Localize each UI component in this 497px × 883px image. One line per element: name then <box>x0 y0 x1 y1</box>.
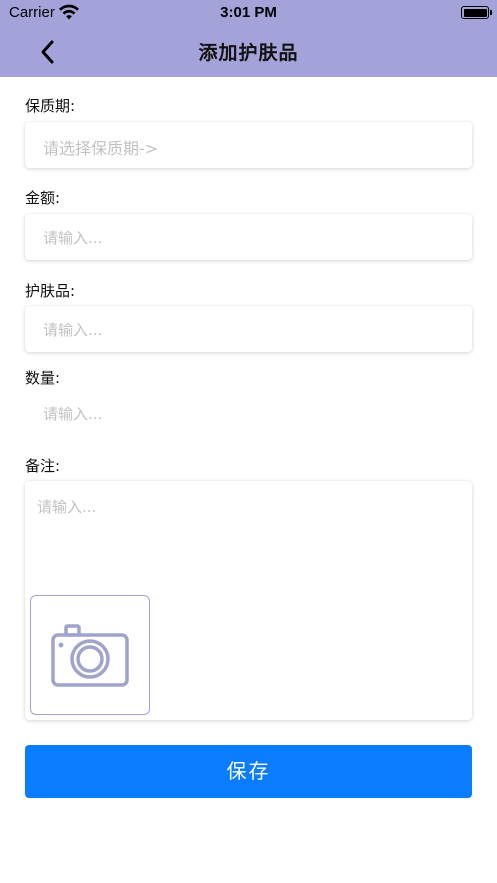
amount-field[interactable]: 请输入... <box>25 214 472 260</box>
camera-icon <box>51 624 129 687</box>
save-button[interactable]: 保存 <box>25 745 472 798</box>
amount-label: 金额: <box>25 189 61 207</box>
page-title: 添加护肤品 <box>198 42 299 64</box>
add-photo-button[interactable] <box>30 595 150 715</box>
status-bar: Carrier 3:01 PM <box>0 0 497 26</box>
amount-placeholder: 请输入... <box>43 229 103 247</box>
product-placeholder: 请输入... <box>43 321 103 339</box>
status-time: 3:01 PM <box>220 4 277 21</box>
expiry-label: 保质期: <box>25 97 76 115</box>
nav-header: Carrier 3:01 PM 添加护肤品 <box>0 0 497 77</box>
notes-label: 备注: <box>25 457 61 475</box>
product-field[interactable]: 请输入... <box>25 306 472 352</box>
notes-placeholder: 请输入... <box>37 498 97 516</box>
expiry-picker[interactable]: 请选择保质期-> <box>25 122 472 168</box>
battery-icon <box>461 6 492 19</box>
notes-textarea[interactable]: 请输入... <box>25 481 472 720</box>
product-label: 护肤品: <box>25 282 76 300</box>
quantity-field[interactable]: 请输入... <box>25 394 472 434</box>
quantity-placeholder: 请输入... <box>43 405 103 423</box>
quantity-label: 数量: <box>25 369 61 387</box>
expiry-placeholder: 请选择保质期-> <box>43 139 159 158</box>
